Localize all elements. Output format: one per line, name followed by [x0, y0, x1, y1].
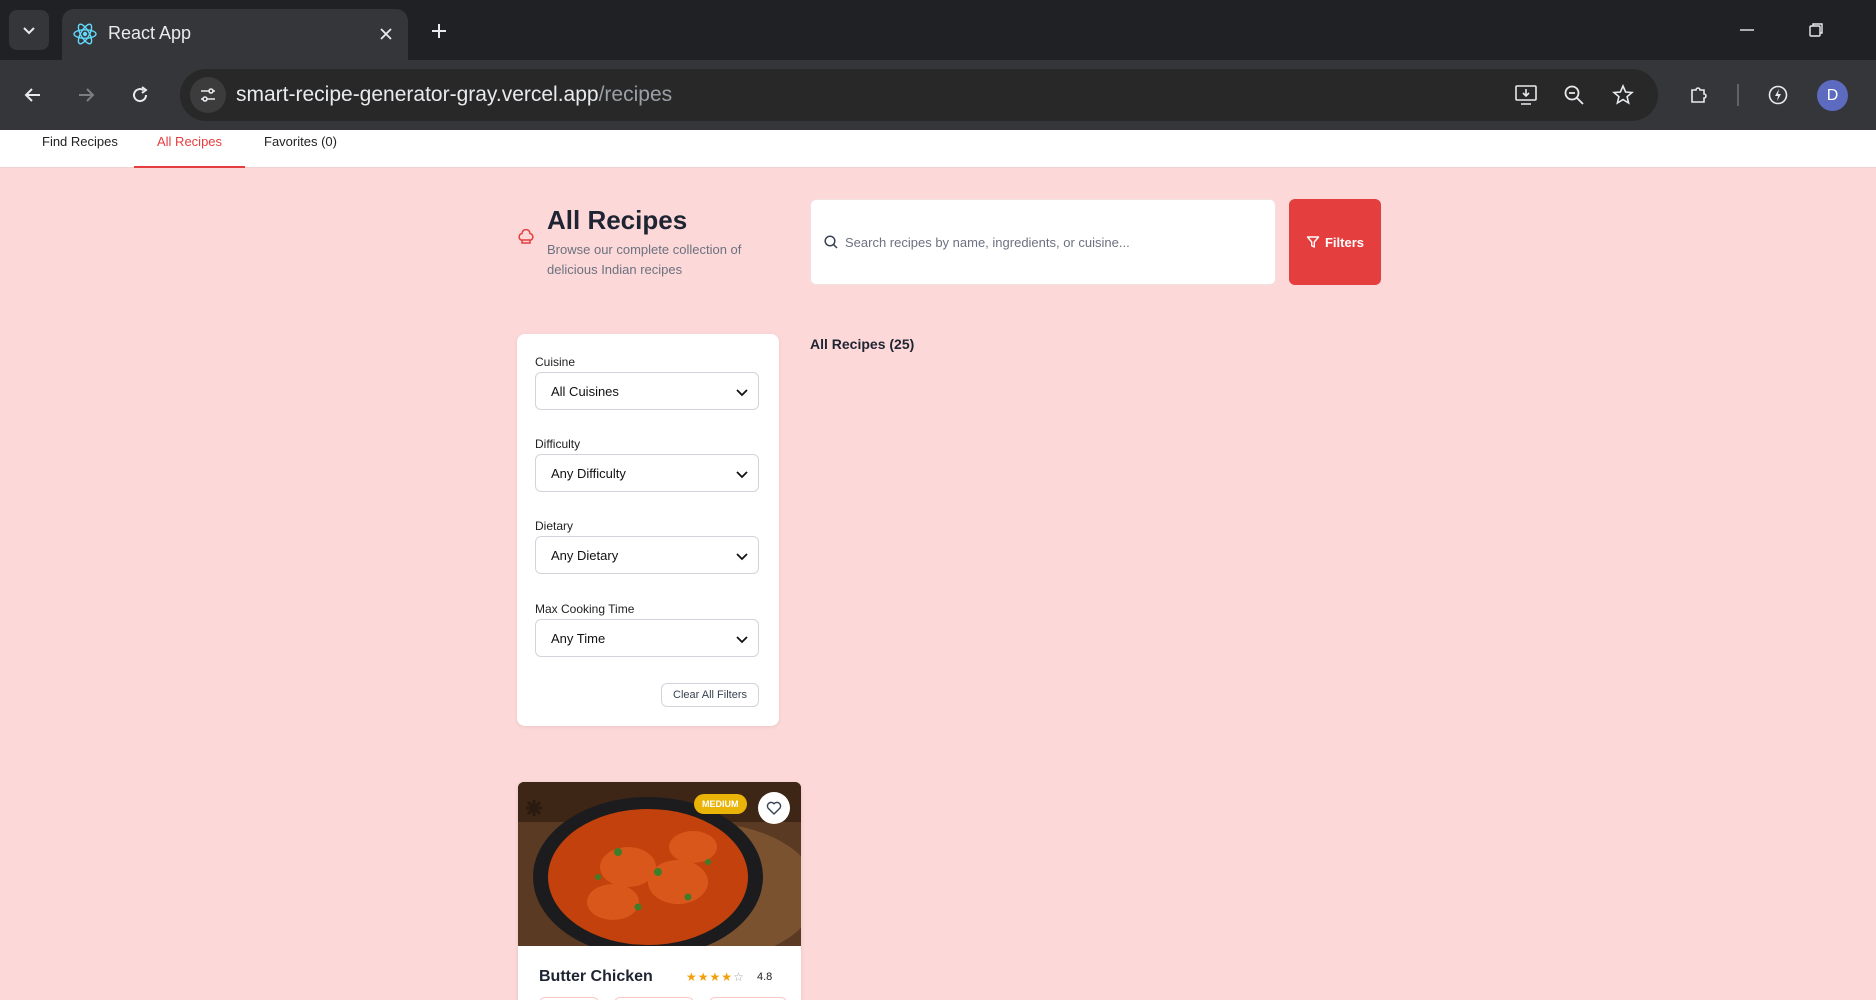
filter-panel: Cuisine All Cuisines Difficulty Any Diff…	[517, 334, 779, 726]
cuisine-label: Cuisine	[535, 355, 576, 369]
nav-tab-favorites[interactable]: Favorites (0)	[241, 130, 360, 168]
zoom-button[interactable]	[1559, 81, 1589, 109]
dietary-label: Dietary	[535, 519, 574, 533]
chevron-down-icon	[736, 553, 748, 561]
close-icon	[380, 28, 392, 40]
star-filled-icon: ★	[709, 970, 721, 984]
plus-icon	[432, 24, 446, 38]
recipe-name: Butter Chicken	[539, 968, 653, 985]
zoom-out-icon	[1564, 85, 1584, 105]
rating-value: 4.8	[757, 971, 773, 983]
site-info-button[interactable]	[190, 77, 226, 113]
tune-icon	[201, 88, 215, 102]
clear-filters-button[interactable]: Clear All Filters	[661, 683, 759, 707]
performance-button[interactable]	[1760, 77, 1796, 113]
browser-tab[interactable]: React App	[62, 9, 408, 60]
nav-tab-all-recipes[interactable]: All Recipes	[134, 130, 246, 168]
favorite-button[interactable]	[758, 792, 790, 824]
chef-hat-icon	[518, 229, 534, 244]
browser-toolbar: smart-recipe-generator-gray.vercel.app/r…	[0, 60, 1876, 130]
search-box	[810, 199, 1276, 285]
heart-icon	[766, 801, 782, 815]
dietary-select[interactable]: Any Dietary	[535, 536, 759, 574]
dietary-value: Any Dietary	[551, 548, 619, 563]
install-app-button[interactable]	[1511, 81, 1541, 109]
tab-close-button[interactable]	[374, 22, 398, 46]
page-title: All Recipes	[547, 205, 688, 235]
cuisine-value: All Cuisines	[551, 384, 619, 399]
chevron-down-icon	[736, 636, 748, 644]
difficulty-badge: MEDIUM	[694, 794, 747, 814]
url-path: /recipes	[598, 83, 673, 106]
nav-tab-find-recipes[interactable]: Find Recipes	[19, 130, 141, 168]
profile-avatar[interactable]: D	[1817, 80, 1848, 111]
performance-icon	[1768, 85, 1788, 105]
difficulty-label: Difficulty	[535, 437, 581, 451]
max-time-select[interactable]: Any Time	[535, 619, 759, 657]
recipe-card[interactable]: MEDIUM Butter Chicken ★ ★ ★ ★ ☆ 4.8	[518, 782, 801, 1000]
star-filled-icon: ★	[686, 970, 697, 984]
install-icon	[1515, 85, 1537, 105]
address-bar[interactable]: smart-recipe-generator-gray.vercel.app/r…	[180, 69, 1658, 121]
extensions-button[interactable]	[1681, 77, 1717, 113]
search-input[interactable]	[845, 230, 1265, 254]
arrow-right-icon	[79, 88, 95, 102]
tab-search-button[interactable]	[9, 10, 49, 50]
max-time-label: Max Cooking Time	[535, 602, 635, 616]
page-subtitle: Browse our complete collection of delici…	[547, 242, 742, 277]
chevron-down-icon	[736, 471, 748, 479]
toolbar-separator	[1737, 84, 1739, 106]
filters-button[interactable]: Filters	[1289, 199, 1381, 285]
search-icon	[824, 235, 838, 249]
app-nav: Find Recipes All Recipes Favorites (0)	[0, 130, 1876, 168]
difficulty-select[interactable]: Any Difficulty	[535, 454, 759, 492]
reload-icon	[133, 86, 148, 103]
restore-icon	[1809, 23, 1823, 37]
tab-title: React App	[108, 23, 192, 43]
cuisine-select[interactable]: All Cuisines	[535, 372, 759, 410]
star-filled-icon: ★	[697, 970, 709, 984]
minimize-button[interactable]	[1727, 14, 1767, 46]
rating-stars: ★ ★ ★ ★ ☆	[686, 970, 744, 984]
star-empty-icon: ☆	[733, 970, 744, 984]
difficulty-value: Any Difficulty	[551, 466, 626, 481]
arrow-left-icon	[24, 88, 40, 102]
chevron-down-icon	[736, 389, 748, 397]
restore-button[interactable]	[1796, 14, 1836, 46]
back-button[interactable]	[15, 77, 51, 113]
star-filled-icon: ★	[721, 970, 733, 984]
star-outline-icon	[1612, 84, 1634, 105]
results-title: All Recipes (25)	[810, 336, 915, 352]
filter-icon	[1306, 236, 1320, 248]
minimize-icon	[1740, 29, 1754, 31]
puzzle-icon	[1691, 87, 1707, 103]
url-text: smart-recipe-generator-gray.vercel.app/r…	[236, 83, 672, 107]
forward-button[interactable]	[68, 77, 104, 113]
filters-button-label: Filters	[1324, 234, 1364, 250]
chevron-down-icon	[23, 27, 35, 35]
url-host: smart-recipe-generator-gray.vercel.app	[236, 83, 599, 106]
reload-button[interactable]	[122, 77, 158, 113]
react-logo-icon	[73, 23, 97, 45]
browser-tabstrip: React App	[0, 0, 1876, 60]
new-tab-button[interactable]	[424, 16, 454, 46]
bookmark-button[interactable]	[1608, 81, 1638, 109]
max-time-value: Any Time	[551, 631, 606, 646]
